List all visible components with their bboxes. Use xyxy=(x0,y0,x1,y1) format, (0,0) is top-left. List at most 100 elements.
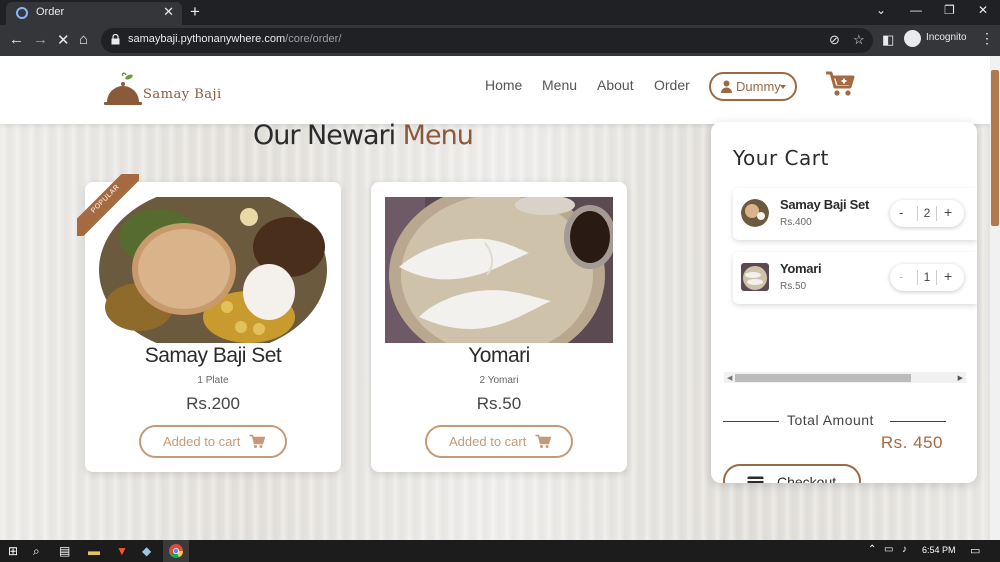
chevron-down-icon xyxy=(780,85,786,89)
divider xyxy=(917,206,918,221)
brand-name: Samay Baji xyxy=(143,87,222,102)
user-icon xyxy=(721,80,732,93)
file-explorer-icon[interactable]: ▬ xyxy=(88,544,100,558)
added-to-cart-button[interactable]: Added to cart xyxy=(139,425,287,458)
search-icon[interactable]: ⌕ xyxy=(33,544,40,559)
cart-panel: Your Cart Samay Baji Set Rs.400 - 2 + Yo… xyxy=(711,122,977,483)
nav-home[interactable]: Home xyxy=(485,77,522,93)
item-price: Rs.200 xyxy=(186,394,240,413)
volume-icon[interactable]: ♪ xyxy=(902,544,907,555)
cart-item-thumbnail xyxy=(741,263,769,291)
windows-start-icon[interactable]: ⊞ xyxy=(8,544,18,558)
cart-icon[interactable] xyxy=(825,70,855,98)
dish-cover-icon xyxy=(104,72,142,105)
site-header: Samay Baji Home Menu About Order Dummy xyxy=(0,56,990,124)
page-scrollbar-thumb[interactable] xyxy=(991,70,999,226)
decrease-button[interactable]: - xyxy=(899,269,903,284)
cart-item-name: Samay Baji Set xyxy=(780,197,870,212)
divider xyxy=(936,270,937,285)
new-tab-button[interactable]: + xyxy=(190,2,200,22)
incognito-label: Incognito xyxy=(926,32,967,43)
close-window-button[interactable]: ✕ xyxy=(978,3,988,17)
url-text: samaybaji.pythonanywhere.com/core/order/ xyxy=(128,33,342,45)
notifications-icon[interactable]: ▭ xyxy=(970,544,980,557)
menu-section-title: Our Newari Menu xyxy=(253,120,474,151)
cart-item: Yomari Rs.50 - 1 + xyxy=(733,252,977,304)
checkout-button[interactable]: Checkout xyxy=(723,464,861,483)
quantity-value: 2 xyxy=(923,206,931,220)
nav-menu[interactable]: Menu xyxy=(542,77,577,93)
popular-badge: POPULAR xyxy=(77,174,139,236)
divider xyxy=(917,270,918,285)
incognito-icon xyxy=(904,30,921,47)
cart-item-name: Yomari xyxy=(780,261,822,276)
item-price: Rs.50 xyxy=(476,394,522,413)
increase-button[interactable]: + xyxy=(944,204,952,220)
web-page: Samay Baji Home Menu About Order Dummy O… xyxy=(0,56,1000,540)
tab-title: Order xyxy=(36,6,65,18)
tab-search-icon[interactable]: ⌄ xyxy=(876,3,886,17)
cart-item-thumbnail xyxy=(741,199,769,227)
scroll-right-icon[interactable]: ▶ xyxy=(958,374,963,382)
quantity-stepper: - 2 + xyxy=(890,200,964,227)
maximize-button[interactable]: ❐ xyxy=(944,3,955,17)
bookmark-star-icon[interactable]: ☆ xyxy=(853,32,865,48)
chrome-icon xyxy=(169,544,183,558)
total-amount-label: Total Amount xyxy=(787,412,874,428)
cart-item-price: Rs.400 xyxy=(780,217,812,228)
user-dropdown-button[interactable]: Dummy xyxy=(709,72,797,101)
side-panel-icon[interactable]: ◧ xyxy=(882,32,894,48)
chevron-up-icon[interactable]: ⌃ xyxy=(868,544,876,555)
home-icon[interactable]: ⌂ xyxy=(79,31,88,48)
scrollbar-thumb[interactable] xyxy=(735,374,911,382)
scroll-left-icon[interactable]: ◀ xyxy=(727,374,732,382)
cart-horizontal-scrollbar[interactable]: ◀ ▶ xyxy=(724,372,966,383)
favicon-icon xyxy=(16,7,28,19)
item-quantity: 2 Yomari xyxy=(479,375,519,386)
checkout-label: Checkout xyxy=(777,474,837,483)
item-name: Yomari xyxy=(468,344,530,367)
page-scrollbar[interactable] xyxy=(990,56,1000,540)
decrease-button[interactable]: - xyxy=(899,205,903,220)
site-logo[interactable]: Samay Baji xyxy=(103,72,223,108)
brave-browser-icon[interactable]: ▼ xyxy=(116,544,128,558)
credit-card-icon xyxy=(747,476,764,483)
incognito-indicator[interactable]: Incognito xyxy=(902,29,972,48)
divider xyxy=(936,206,937,221)
back-icon[interactable]: ← xyxy=(9,31,24,48)
browser-menu-icon[interactable]: ⋮ xyxy=(980,30,994,47)
app-icon[interactable]: ◆ xyxy=(142,544,151,558)
nav-about[interactable]: About xyxy=(597,77,634,93)
tracking-blocked-icon[interactable]: ⊘ xyxy=(829,32,840,48)
total-amount-value: Rs. 450 xyxy=(880,433,943,452)
food-image-yomari xyxy=(385,197,613,343)
quantity-stepper: - 1 + xyxy=(890,264,964,291)
user-name: Dummy xyxy=(736,79,781,94)
minimize-button[interactable]: — xyxy=(910,3,922,17)
cart-title: Your Cart xyxy=(733,146,829,170)
menu-card: POPULAR Samay Baji Set 1 Plate Rs.200 Ad… xyxy=(77,174,341,472)
windows-taskbar: ⊞ ⌕ ▤ ▬ ▼ ◆ ⌃ ▭ ♪ 6:54 PM ▭ xyxy=(0,540,1000,562)
added-to-cart-button[interactable]: Added to cart xyxy=(425,425,573,458)
increase-button[interactable]: + xyxy=(944,268,952,284)
item-name: Samay Baji Set xyxy=(144,344,282,367)
nav-order[interactable]: Order xyxy=(654,77,690,93)
quantity-value: 1 xyxy=(923,270,931,284)
cart-icon xyxy=(535,434,551,448)
cart-item-price: Rs.50 xyxy=(780,281,807,292)
browser-tab[interactable]: Order ✕ xyxy=(6,2,182,25)
network-icon[interactable]: ▭ xyxy=(884,544,893,555)
forward-icon[interactable]: → xyxy=(33,31,48,48)
address-bar[interactable]: samaybaji.pythonanywhere.com/core/order/… xyxy=(101,28,873,53)
browser-tab-strip: Order ✕ + ⌄ — ❐ ✕ xyxy=(0,0,1000,25)
chrome-taskbar-button[interactable] xyxy=(163,540,189,562)
menu-card: Yomari 2 Yomari Rs.50 Added to cart xyxy=(371,182,627,472)
task-view-icon[interactable]: ▤ xyxy=(59,544,70,558)
stop-loading-icon[interactable]: ✕ xyxy=(57,31,70,49)
divider xyxy=(723,421,779,422)
clock-time[interactable]: 6:54 PM xyxy=(922,545,956,555)
cart-item: Samay Baji Set Rs.400 - 2 + xyxy=(733,188,977,240)
divider xyxy=(890,421,946,422)
tab-close-icon[interactable]: ✕ xyxy=(163,4,174,20)
cart-icon xyxy=(249,434,265,448)
